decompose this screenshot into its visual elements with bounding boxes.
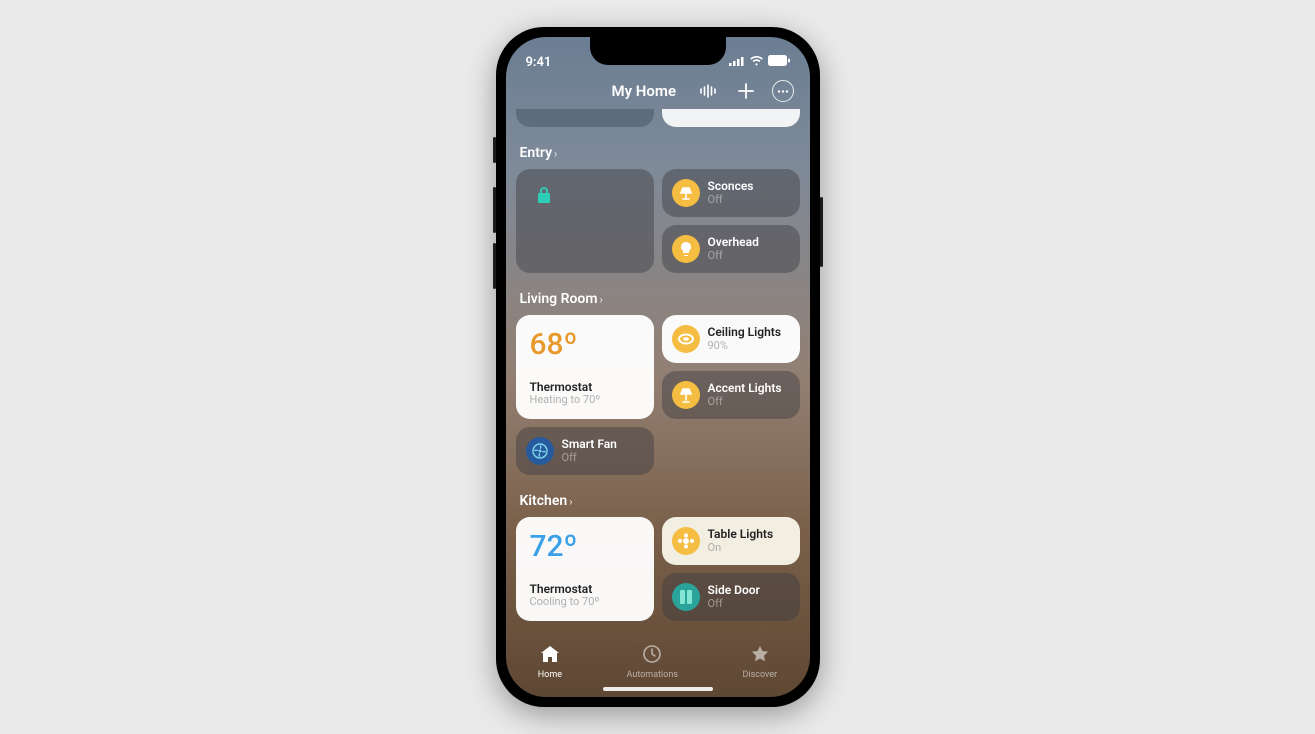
section-header-entry[interactable]: Entry › xyxy=(516,139,800,169)
tile-ceiling-lights[interactable]: Ceiling Lights 90% xyxy=(662,315,800,363)
tile-name: Ceiling Lights xyxy=(708,326,782,340)
section-header-kitchen[interactable]: Kitchen › xyxy=(516,487,800,517)
intercom-button[interactable] xyxy=(696,79,720,103)
lock-icon xyxy=(530,181,558,209)
chevron-right-icon: › xyxy=(569,495,572,508)
battery-icon xyxy=(768,55,790,70)
recessed-light-icon xyxy=(672,325,700,353)
tile-name: Smart Fan xyxy=(562,438,617,452)
chevron-right-icon: › xyxy=(554,147,557,160)
tile-accent-lights[interactable]: Accent Lights Off xyxy=(662,371,800,419)
thermostat-temp: 68º xyxy=(530,327,578,362)
tile-status: 90% xyxy=(708,340,782,353)
tile-status: Off xyxy=(708,194,754,207)
tile-status: Off xyxy=(708,250,759,263)
tile-status: Off xyxy=(708,396,782,409)
phone-frame: 9:41 My Home xyxy=(496,27,820,707)
tile-status: Off xyxy=(562,452,617,465)
home-indicator[interactable] xyxy=(603,687,713,691)
section-header-living-room[interactable]: Living Room › xyxy=(516,285,800,315)
lamp-icon xyxy=(672,381,700,409)
chevron-right-icon: › xyxy=(600,293,603,306)
screen: 9:41 My Home xyxy=(506,37,810,697)
tile-sconces[interactable]: Sconces Off xyxy=(662,169,800,217)
home-icon xyxy=(540,645,560,668)
chandelier-icon xyxy=(672,527,700,555)
silent-switch xyxy=(493,137,496,163)
section-title-text: Living Room xyxy=(520,291,598,307)
tile-table-lights[interactable]: Table Lights On xyxy=(662,517,800,565)
status-time: 9:41 xyxy=(526,55,552,70)
tile-entry-lock[interactable] xyxy=(516,169,654,273)
nav-header: My Home xyxy=(506,77,810,109)
tile-name: Thermostat xyxy=(530,583,600,597)
volume-down-button xyxy=(493,243,496,289)
more-button[interactable] xyxy=(772,80,794,102)
tile-name: Overhead xyxy=(708,236,759,250)
fan-icon xyxy=(526,437,554,465)
page-title[interactable]: My Home xyxy=(612,82,677,100)
wifi-icon xyxy=(749,55,764,70)
tile-name: Table Lights xyxy=(708,528,774,542)
tile-status: Cooling to 70º xyxy=(530,596,600,609)
section-title-text: Kitchen xyxy=(520,493,568,509)
signal-icon xyxy=(729,55,745,70)
door-icon xyxy=(672,583,700,611)
tile-side-door[interactable]: Side Door Off xyxy=(662,573,800,621)
thermostat-temp: 72º xyxy=(530,529,578,564)
content-scroll[interactable]: Entry › Sconces Off xyxy=(506,109,810,643)
tab-home[interactable]: Home xyxy=(538,645,562,680)
partial-previous-section xyxy=(516,109,800,127)
notch xyxy=(590,37,726,65)
tile-living-thermostat[interactable]: 68º Thermostat Heating to 70º xyxy=(516,315,654,419)
tab-label: Discover xyxy=(743,670,778,680)
tab-label: Home xyxy=(538,670,562,680)
tab-label: Automations xyxy=(627,670,678,680)
tile-status: Heating to 70º xyxy=(530,394,601,407)
tile-name: Accent Lights xyxy=(708,382,782,396)
tile-name: Sconces xyxy=(708,180,754,194)
tab-discover[interactable]: Discover xyxy=(743,645,778,680)
volume-up-button xyxy=(493,187,496,233)
section-title-text: Entry xyxy=(520,145,553,161)
add-button[interactable] xyxy=(734,79,758,103)
tile-overhead[interactable]: Overhead Off xyxy=(662,225,800,273)
tab-automations[interactable]: Automations xyxy=(627,645,678,680)
tile-smart-fan[interactable]: Smart Fan Off xyxy=(516,427,654,475)
power-button xyxy=(820,197,823,267)
discover-icon xyxy=(751,645,769,668)
tile-name: Side Door xyxy=(708,584,760,598)
tile-name: Thermostat xyxy=(530,381,601,395)
tile-status: Off xyxy=(708,598,760,611)
tile-status: On xyxy=(708,542,774,555)
tile-kitchen-thermostat[interactable]: 72º Thermostat Cooling to 70º xyxy=(516,517,654,621)
automations-icon xyxy=(643,645,661,668)
bulb-icon xyxy=(672,235,700,263)
lamp-icon xyxy=(672,179,700,207)
